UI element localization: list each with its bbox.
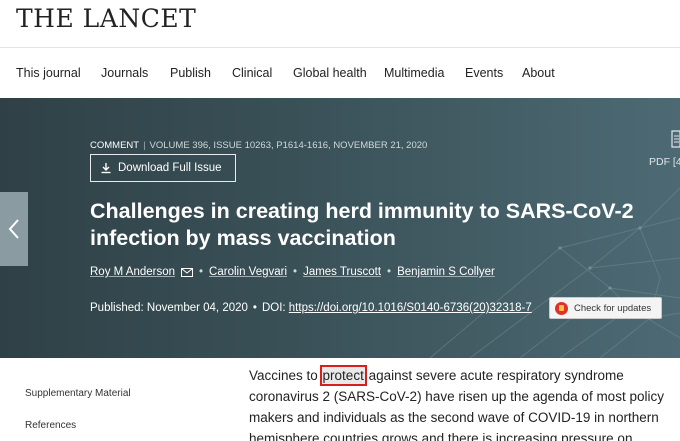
crossmark-icon <box>555 301 568 315</box>
download-full-issue-button[interactable]: Download Full Issue <box>90 154 236 182</box>
nav-clinical[interactable]: Clinical <box>232 66 272 80</box>
sidebar-references[interactable]: References <box>25 420 76 431</box>
body-line: makers and individuals as the second wav… <box>249 410 659 425</box>
body-line: hemisphere countries grows and there is … <box>249 431 633 441</box>
logo-bar: THE LANCET <box>0 0 680 48</box>
article-meta: COMMENT | VOLUME 396, ISSUE 10263, P1614-1… <box>90 140 428 151</box>
body-text: against severe acute respiratory syndrom… <box>364 368 624 383</box>
author-link[interactable]: Benjamin S Collyer <box>397 266 495 278</box>
lancet-logo[interactable]: THE LANCET <box>16 4 196 33</box>
download-icon <box>101 163 111 174</box>
author-link[interactable]: James Truscott <box>303 266 381 278</box>
pdf-icon[interactable] <box>671 130 680 148</box>
sidebar-supplementary-material[interactable]: Supplementary Material <box>25 388 131 399</box>
doi-label: DOI: <box>261 302 286 314</box>
title-line-2: infection by mass vaccination <box>90 226 396 250</box>
body-line: coronavirus 2 (SARS-CoV-2) have risen up… <box>249 389 664 404</box>
pdf-link[interactable]: PDF [4 <box>649 156 680 168</box>
chevron-left-icon <box>8 219 19 239</box>
published-date: Published: November 04, 2020 <box>90 302 248 314</box>
nav-events[interactable]: Events <box>465 66 503 80</box>
previous-article-button[interactable] <box>0 192 28 266</box>
article-title: Challenges in creating herd immunity to … <box>90 198 650 252</box>
email-icon[interactable] <box>181 267 194 277</box>
article-type: COMMENT <box>90 140 140 151</box>
check-for-updates-button[interactable]: Check for updates <box>549 297 662 319</box>
nav-publish[interactable]: Publish <box>170 66 211 80</box>
title-line-1: Challenges in creating herd immunity to … <box>90 199 634 223</box>
main-nav: This journal Journals Publish Clinical G… <box>0 48 680 98</box>
body-line: Vaccines to protect against severe acute… <box>249 365 669 386</box>
author-link[interactable]: Roy M Anderson <box>90 266 175 278</box>
volume-issue[interactable]: VOLUME 396, ISSUE 10263, P1614-1616, NOV… <box>150 140 428 151</box>
nav-about[interactable]: About <box>522 66 555 80</box>
body-text: Vaccines to <box>249 368 322 383</box>
nav-this-journal[interactable]: This journal <box>16 66 81 80</box>
author-list: Roy M Anderson • Carolin Vegvari • James… <box>90 266 495 278</box>
author-link[interactable]: Carolin Vegvari <box>209 266 287 278</box>
download-label: Download Full Issue <box>118 162 222 174</box>
article-body: Vaccines to protect against severe acute… <box>249 365 669 441</box>
highlighted-word[interactable]: protect <box>319 365 367 386</box>
article-header: COMMENT | VOLUME 396, ISSUE 10263, P1614-1… <box>0 98 680 358</box>
nav-journals[interactable]: Journals <box>101 66 148 80</box>
doi-link[interactable]: https://doi.org/10.1016/S0140-6736(20)32… <box>289 302 532 314</box>
check-updates-label: Check for updates <box>574 302 652 314</box>
nav-global-health[interactable]: Global health <box>293 66 367 80</box>
publication-info: Published: November 04, 2020 • DOI: https:… <box>90 302 532 314</box>
nav-multimedia[interactable]: Multimedia <box>384 66 444 80</box>
